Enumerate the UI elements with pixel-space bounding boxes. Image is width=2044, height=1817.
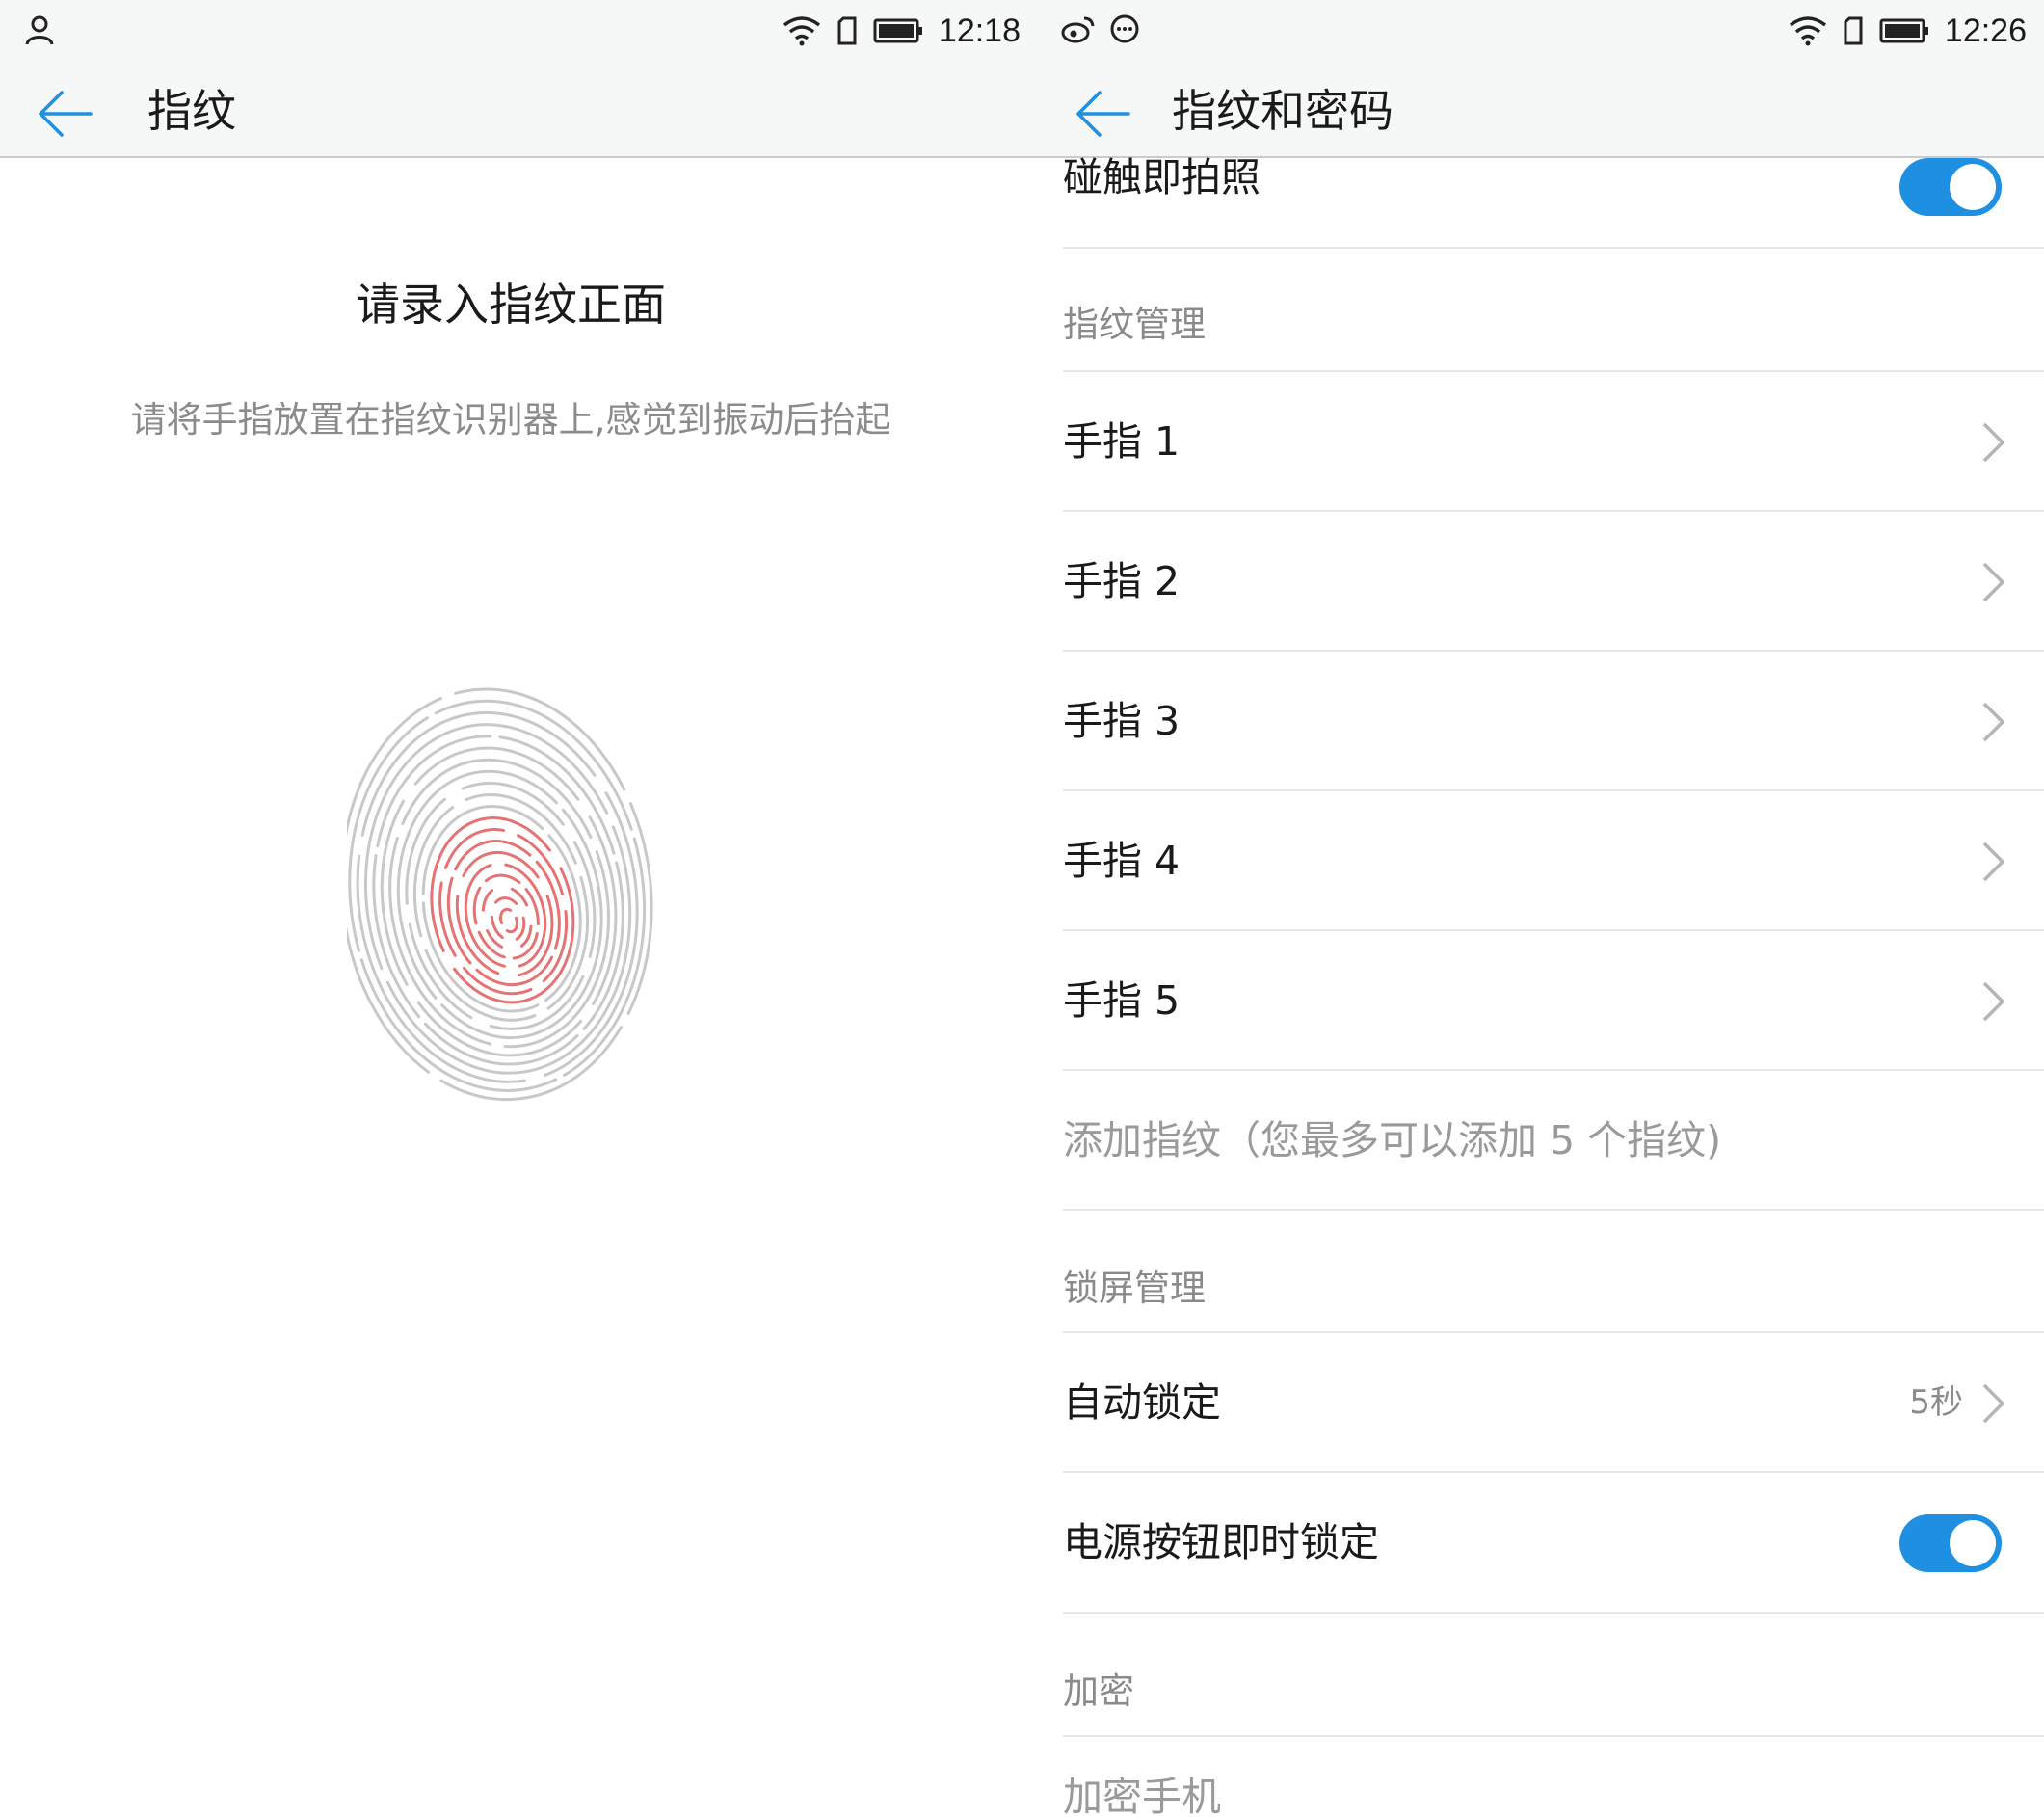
- touch-photo-toggle[interactable]: [1899, 158, 2002, 216]
- add-fingerprint-label: 添加指纹（您最多可以添加 5 个指纹): [1063, 1117, 1722, 1163]
- fingerprint-icon: [339, 687, 653, 1102]
- enroll-instruction: 请将手指放置在指纹识别器上,感觉到振动后抬起: [130, 399, 891, 441]
- section-header-encrypt: 加密: [1063, 1614, 2044, 1737]
- page-title: 指纹和密码: [1172, 85, 1394, 137]
- battery-icon: [1879, 18, 1928, 43]
- page-title: 指纹: [147, 85, 236, 137]
- power-button-lock-label: 电源按钮即时锁定: [1063, 1519, 1379, 1565]
- wifi-icon: [783, 16, 820, 46]
- fingerprint-ridge: [472, 873, 540, 960]
- chevron-right-icon: [1982, 1383, 2005, 1424]
- enroll-heading: 请录入指纹正面: [356, 279, 666, 331]
- chevron-right-icon: [1982, 842, 2005, 882]
- finger-label: 手指 5: [1063, 977, 1181, 1024]
- sim-card-icon: [1844, 16, 1863, 45]
- section-header-fingerprint: 指纹管理: [1063, 249, 2044, 372]
- power-button-lock-row[interactable]: 电源按钮即时锁定: [1063, 1473, 2044, 1614]
- status-bar: 12:18: [0, 0, 1038, 62]
- finger-label: 手指 3: [1063, 698, 1181, 744]
- fingerprint-password-settings: 12:26 指纹和密码 碰触即拍照 指纹管理 手指 1 手指 2 手指 3 手指…: [1038, 0, 2044, 1817]
- add-fingerprint-row: 添加指纹（您最多可以添加 5 个指纹): [1063, 1071, 2044, 1211]
- app-bar: 指纹: [0, 62, 1038, 158]
- fingerprint-ridge: [499, 907, 518, 934]
- encrypt-phone-row[interactable]: 加密手机: [1063, 1737, 2044, 1817]
- auto-lock-label: 自动锁定: [1063, 1379, 1221, 1426]
- back-arrow-icon[interactable]: [1075, 87, 1132, 141]
- clock: 12:26: [1944, 13, 2027, 49]
- auto-lock-row[interactable]: 自动锁定 5秒: [1063, 1333, 2044, 1473]
- finger-row-2[interactable]: 手指 2: [1063, 512, 2044, 652]
- user-icon: [25, 15, 54, 45]
- fingerprint-enroll-screen: 12:18 指纹 请录入指纹正面 请将手指放置在指纹识别器上,感觉到振动后抬起: [0, 0, 1038, 1817]
- power-button-lock-toggle[interactable]: [1899, 1514, 2002, 1572]
- fingerprint-ridge: [348, 699, 647, 1092]
- section-title: 锁屏管理: [1063, 1268, 1206, 1309]
- finger-row-3[interactable]: 手指 3: [1063, 652, 2044, 791]
- finger-row-5[interactable]: 手指 5: [1063, 931, 2044, 1071]
- status-bar: 12:26: [1038, 0, 2044, 62]
- section-header-lock: 锁屏管理: [1063, 1211, 2044, 1333]
- encrypt-phone-label: 加密手机: [1063, 1774, 1221, 1817]
- fingerprint-progress-graphic: [339, 684, 675, 1118]
- chevron-right-icon: [1982, 562, 2005, 602]
- finger-label: 手指 4: [1063, 838, 1181, 884]
- clock: 12:18: [938, 13, 1021, 49]
- wifi-icon: [1789, 16, 1826, 46]
- chevron-right-icon: [1982, 702, 2005, 742]
- auto-lock-value: 5秒: [1909, 1383, 1963, 1422]
- chevron-right-icon: [1982, 981, 2005, 1022]
- touch-photo-label: 碰触即拍照: [1063, 154, 1261, 200]
- sim-card-icon: [837, 16, 857, 45]
- finger-label: 手指 1: [1063, 418, 1181, 465]
- back-arrow-icon[interactable]: [37, 87, 94, 141]
- toggle-knob: [1950, 1520, 1996, 1566]
- weibo-icon: [1061, 16, 1095, 43]
- section-title: 加密: [1063, 1670, 1134, 1712]
- chat-bubble-icon: [1110, 14, 1139, 43]
- chevron-right-icon: [1982, 422, 2005, 463]
- fingerprint-ridge: [490, 896, 526, 943]
- battery-icon: [873, 18, 922, 43]
- finger-row-1[interactable]: 手指 1: [1063, 372, 2044, 512]
- toggle-knob: [1950, 164, 1996, 210]
- finger-label: 手指 2: [1063, 558, 1181, 604]
- section-title: 指纹管理: [1063, 304, 1206, 345]
- finger-row-4[interactable]: 手指 4: [1063, 791, 2044, 931]
- touch-photo-row[interactable]: 碰触即拍照: [1063, 154, 2044, 249]
- app-bar: 指纹和密码: [1038, 62, 2044, 158]
